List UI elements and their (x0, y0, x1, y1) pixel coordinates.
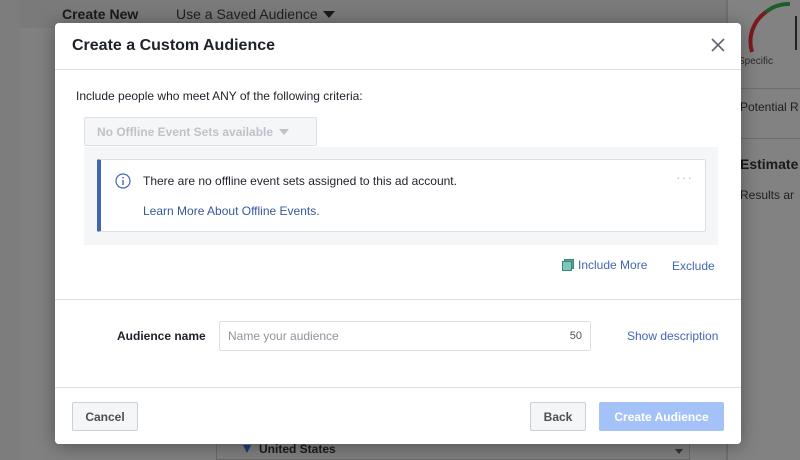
results-text: Results ar (740, 188, 795, 202)
location-value: United States (259, 442, 336, 456)
criteria-instruction: Include people who meet ANY of the follo… (76, 89, 363, 103)
close-icon[interactable] (709, 36, 727, 54)
location-pin-icon (243, 445, 251, 453)
tab-saved-audience: Use a Saved Audience (176, 6, 335, 22)
tab-saved-audience-label: Use a Saved Audience (176, 6, 318, 22)
offline-event-set-label: No Offline Event Sets available (97, 124, 274, 139)
cancel-button[interactable]: Cancel (72, 402, 138, 431)
offline-event-set-select[interactable]: No Offline Event Sets available (84, 117, 317, 146)
learn-more-link[interactable]: Learn More About Offline Events. (143, 204, 320, 218)
include-more-button[interactable]: Include More (562, 258, 647, 272)
dialog-title: Create a Custom Audience (72, 37, 276, 54)
include-more-label: Include More (578, 258, 648, 272)
estimate-title: Estimate (740, 156, 799, 172)
audience-name-field[interactable]: 50 (219, 321, 591, 351)
notice-message: There are no offline event sets assigned… (143, 174, 457, 188)
section-divider (55, 299, 741, 300)
audience-name-input[interactable] (220, 322, 550, 350)
char-count: 50 (569, 330, 582, 342)
caret-down-icon (279, 128, 290, 135)
show-description-link[interactable]: Show description (627, 329, 718, 343)
custom-audience-dialog: Create a Custom Audience Include people … (55, 23, 741, 444)
create-audience-button[interactable]: Create Audience (599, 402, 724, 431)
potential-reach-label: Potential R (740, 100, 799, 114)
notice-container: There are no offline event sets assigned… (84, 147, 718, 245)
exclude-button[interactable]: Exclude (672, 259, 715, 273)
ellipsis-icon[interactable]: ··· (676, 170, 693, 184)
audience-gauge-icon (748, 1, 797, 53)
dialog-footer: Cancel Back Create Audience (55, 387, 741, 444)
include-more-icon (562, 259, 574, 271)
gauge-label: Specific (738, 56, 774, 67)
tab-create-new: Create New (62, 6, 139, 22)
audience-name-label: Audience name (117, 329, 206, 343)
dialog-header: Create a Custom Audience (55, 23, 741, 70)
back-button[interactable]: Back (530, 402, 586, 431)
background-left-gutter (0, 0, 20, 460)
info-icon (115, 173, 131, 189)
notice-card: There are no offline event sets assigned… (97, 159, 706, 232)
caret-down-icon (322, 10, 335, 18)
dropdown-arrow-icon (675, 449, 683, 454)
